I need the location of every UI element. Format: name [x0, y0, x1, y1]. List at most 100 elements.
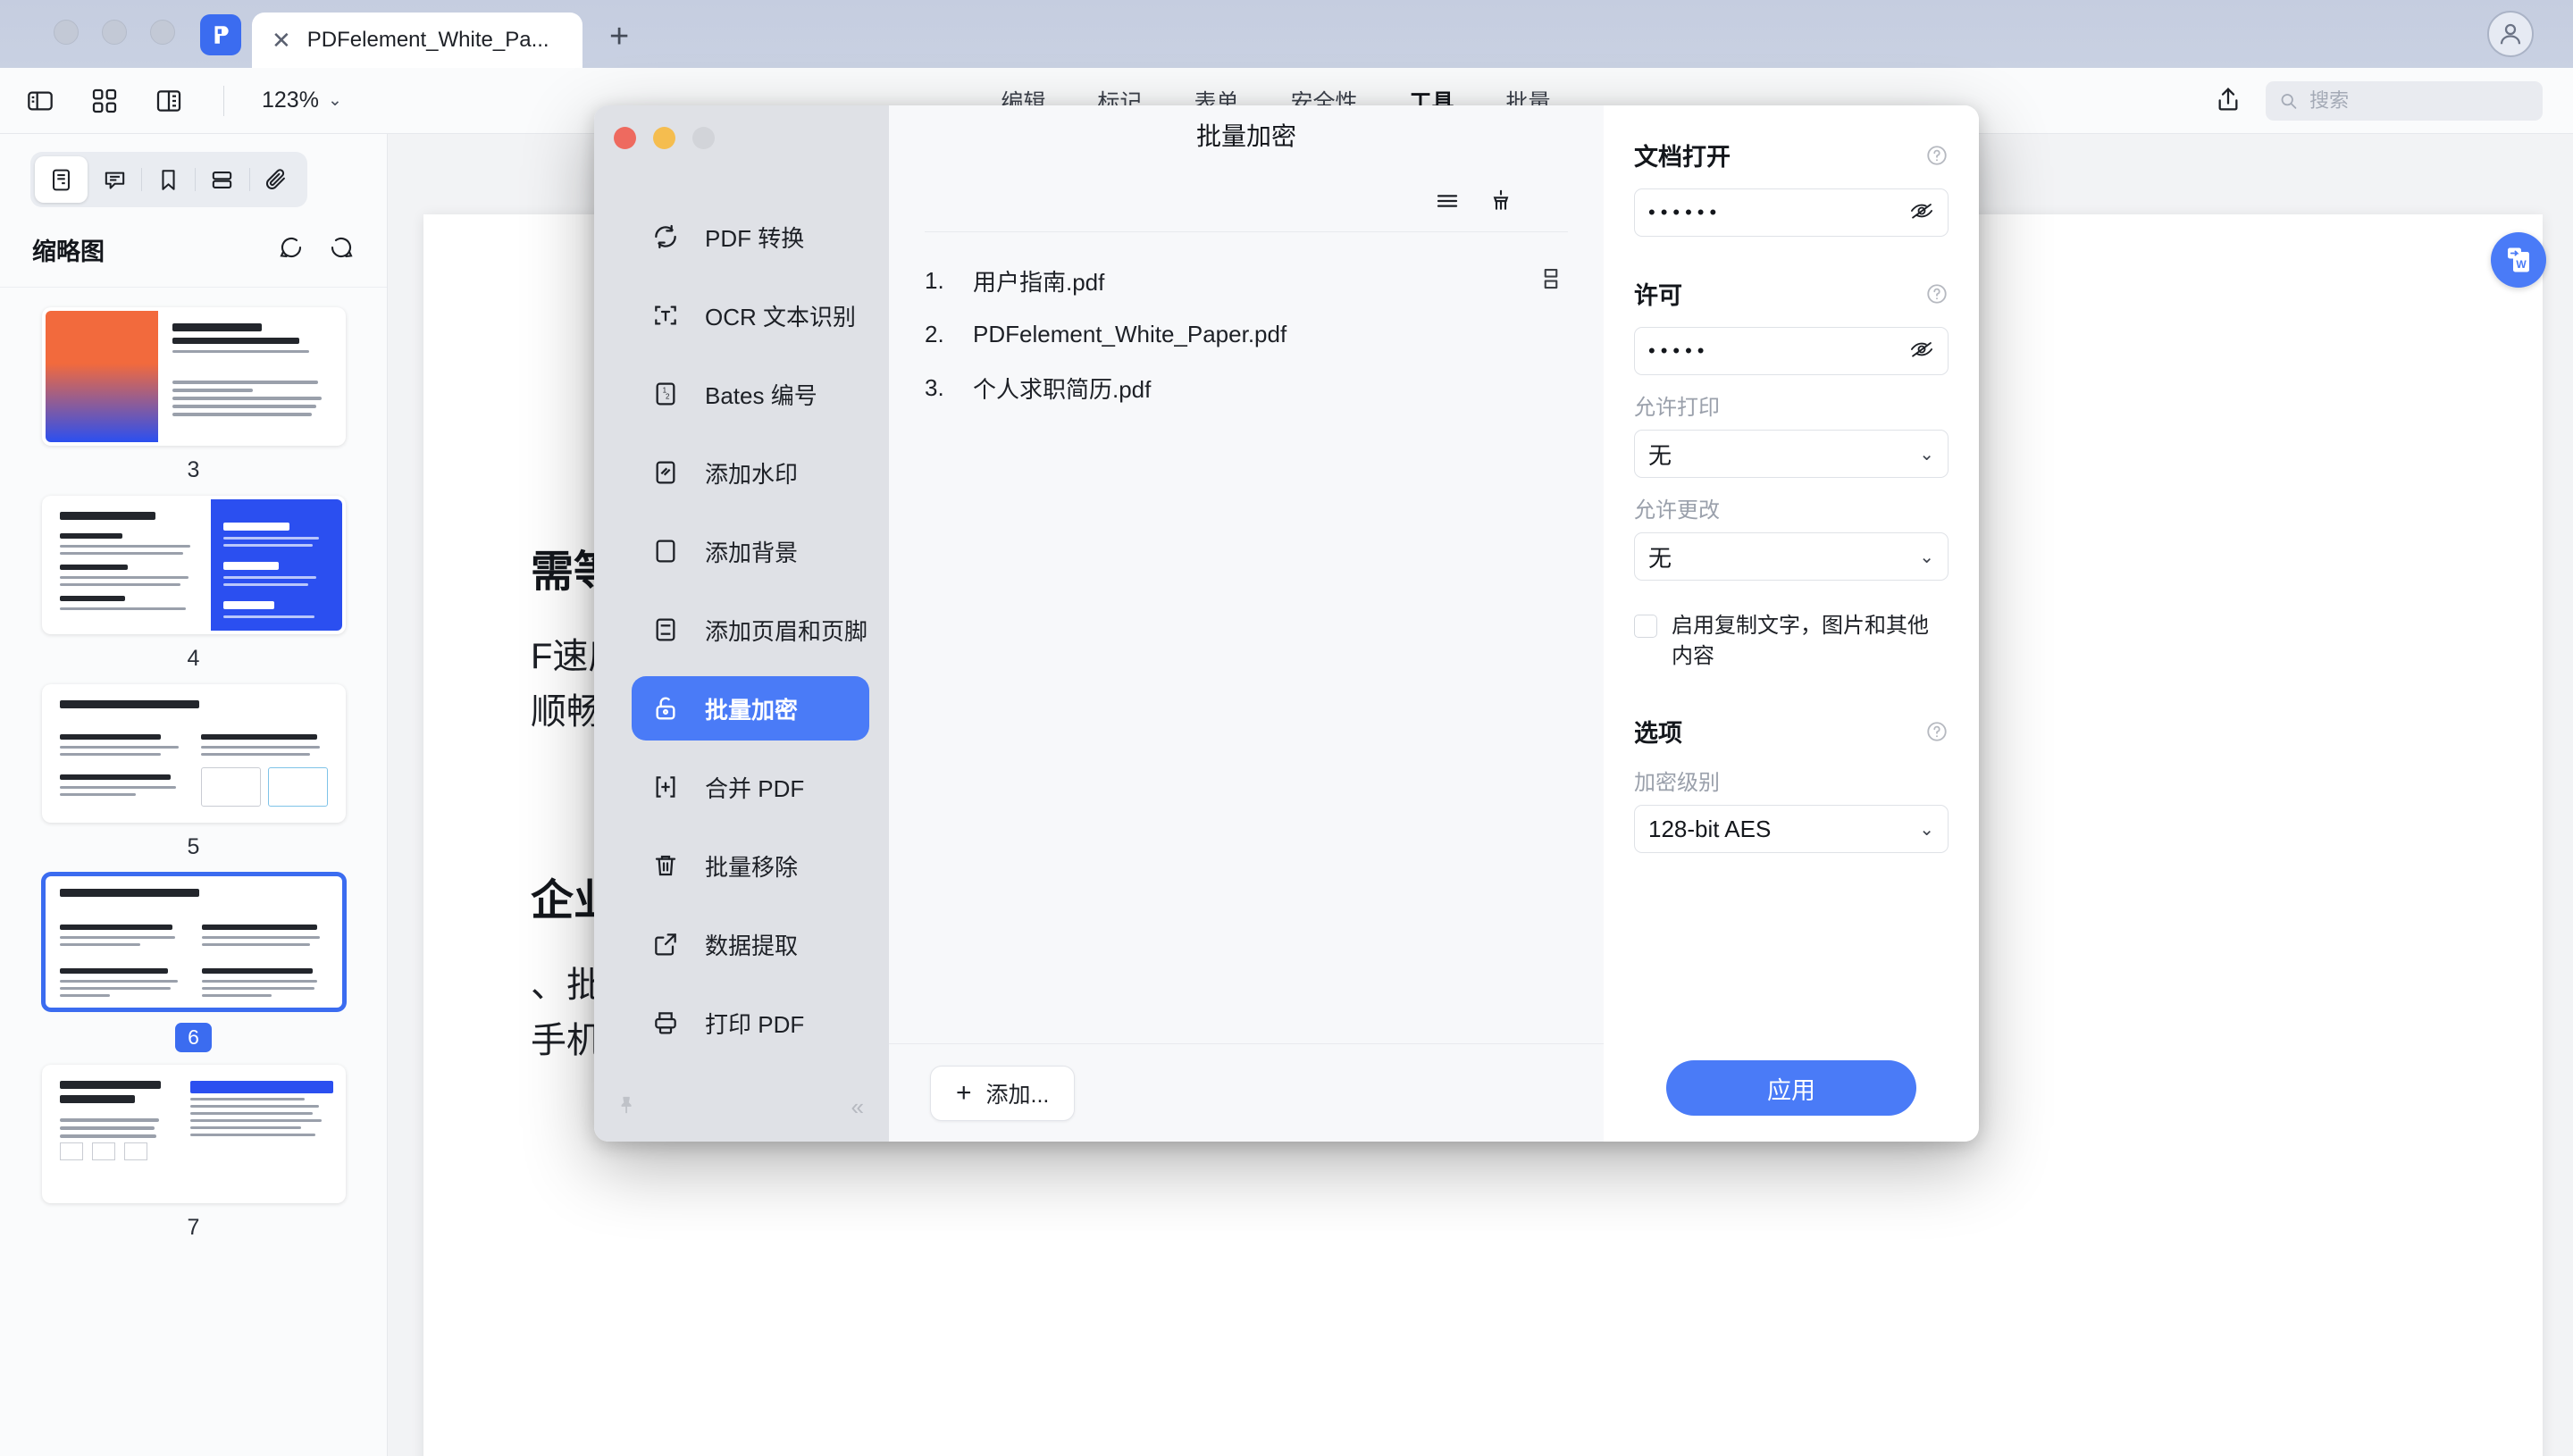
dialog-nav-bates[interactable]: 12 Bates 编号: [632, 362, 869, 426]
help-icon[interactable]: [1925, 282, 1949, 305]
section-title: 文档打开: [1634, 144, 1731, 171]
thumbnail-page-number: 3: [187, 457, 200, 482]
enable-copy-checkbox[interactable]: [1634, 615, 1657, 638]
thumbnail-page-5[interactable]: [41, 684, 346, 823]
eye-off-icon[interactable]: [1909, 337, 1934, 366]
maximize-window-button[interactable]: [150, 20, 175, 45]
nav-label: PDF 转换: [705, 224, 805, 252]
split-view-icon[interactable]: [152, 84, 186, 118]
add-files-label: 添加...: [985, 1082, 1050, 1108]
pdf-to-word-icon[interactable]: W: [2491, 232, 2546, 288]
minimize-window-button[interactable]: [102, 20, 127, 45]
file-name: 用户指南.pdf: [973, 268, 1105, 296]
thumbnail-item[interactable]: 6: [0, 873, 387, 1052]
thumbnail-page-6[interactable]: [41, 873, 346, 1011]
thumbnail-page-4[interactable]: [41, 496, 346, 634]
enable-copy-checkbox-row[interactable]: 启用复制文字，图片和其他内容: [1634, 611, 1949, 671]
help-icon[interactable]: [1925, 720, 1949, 743]
window-traffic-lights: [0, 20, 175, 68]
thumbnail-item[interactable]: 4: [0, 496, 387, 672]
sidebar-tab-thumbnail[interactable]: [35, 156, 88, 203]
dialog-nav-print-pdf[interactable]: 打印 PDF: [632, 991, 869, 1055]
zoom-level-control[interactable]: 123% ⌄: [262, 88, 342, 113]
nav-label: 添加背景: [705, 539, 799, 566]
chevron-down-icon: ⌄: [1919, 547, 1934, 567]
close-window-button[interactable]: [54, 20, 79, 45]
new-tab-button[interactable]: +: [609, 20, 629, 54]
allow-change-select[interactable]: 无 ⌄: [1634, 532, 1949, 581]
dialog-close-button[interactable]: [614, 127, 636, 149]
doc-open-password-field[interactable]: ••••••: [1634, 188, 1949, 237]
dialog-settings-panel: 文档打开 •••••• 许可 ••••• 允许打印 无 ⌄ 允许更改 无 ⌄ 启…: [1604, 105, 1979, 1142]
share-icon[interactable]: [2214, 85, 2242, 118]
add-files-button[interactable]: + 添加...: [930, 1065, 1076, 1121]
doc-open-password-value: ••••••: [1648, 201, 1722, 223]
sidebar-tab-attachment[interactable]: [250, 156, 303, 203]
sidebar-tab-comment[interactable]: [88, 156, 140, 203]
pin-icon[interactable]: [617, 1095, 637, 1119]
file-list-item[interactable]: 3. 个人求职简历.pdf: [925, 361, 1568, 414]
encryption-level-select[interactable]: 128-bit AES ⌄: [1634, 805, 1949, 854]
file-list-item[interactable]: 1. 用户指南.pdf: [925, 254, 1568, 307]
enable-copy-label: 启用复制文字，图片和其他内容: [1672, 614, 1929, 668]
dialog-nav-header-footer[interactable]: 添加页眉和页脚: [632, 598, 869, 662]
dialog-center: 批量加密 1. 用户指南.pdf 2. PDFelement_White_Pap…: [889, 105, 1604, 1142]
page-range-icon[interactable]: [1538, 265, 1568, 296]
window-tabbar: ✕ PDFelement_White_Pa... +: [0, 0, 2573, 68]
thumbnail-item[interactable]: 7: [0, 1065, 387, 1241]
sidebar-tab-group: [30, 152, 307, 207]
user-avatar[interactable]: [2487, 11, 2534, 57]
dialog-maximize-button[interactable]: [692, 127, 715, 149]
search-box[interactable]: [2266, 81, 2543, 121]
dialog-nav-batch-remove[interactable]: 批量移除: [632, 833, 869, 898]
apply-button[interactable]: 应用: [1666, 1060, 1916, 1116]
encryption-level-value: 128-bit AES: [1648, 815, 1772, 842]
eye-off-icon[interactable]: [1909, 198, 1934, 228]
clear-all-icon[interactable]: [1488, 188, 1514, 219]
file-list-header: [925, 164, 1568, 232]
permission-password-value: •••••: [1648, 339, 1710, 362]
dialog-nav-ocr[interactable]: OCR 文本识别: [632, 283, 869, 347]
nav-label: 合并 PDF: [705, 774, 805, 802]
help-icon[interactable]: [1925, 144, 1949, 167]
sidebar-tab-bookmark[interactable]: [142, 156, 195, 203]
sidebar-tab-layers[interactable]: [196, 156, 248, 203]
search-input[interactable]: [2309, 89, 2529, 113]
plus-icon: +: [956, 1077, 972, 1108]
grid-view-icon[interactable]: [88, 84, 122, 118]
rotate-right-icon[interactable]: [328, 234, 355, 265]
file-list-item[interactable]: 2. PDFelement_White_Paper.pdf: [925, 307, 1568, 361]
collapse-nav-button[interactable]: «: [851, 1093, 864, 1121]
thumbnail-page-7[interactable]: [41, 1065, 346, 1203]
close-tab-icon[interactable]: ✕: [272, 29, 291, 52]
file-name: 个人求职简历.pdf: [973, 375, 1152, 403]
nav-label: 添加页眉和页脚: [705, 617, 868, 645]
nav-label: 批量加密: [705, 696, 799, 724]
section-options-header: 选项: [1634, 714, 1949, 749]
thumbnail-list: 3 4 5 6 7: [0, 288, 387, 1241]
list-view-icon[interactable]: [1434, 188, 1461, 219]
document-tab[interactable]: ✕ PDFelement_White_Pa...: [252, 13, 582, 68]
sidebar-toggle-icon[interactable]: [23, 84, 57, 118]
thumbnail-item[interactable]: 3: [0, 307, 387, 483]
panel-title: 缩略图: [32, 238, 105, 265]
thumbnail-sidebar: 缩略图 3 4 5 6 7: [0, 134, 388, 1456]
permission-password-field[interactable]: •••••: [1634, 327, 1949, 375]
chevron-down-icon: ⌄: [1919, 444, 1934, 464]
thumbnail-item[interactable]: 5: [0, 684, 387, 860]
dialog-nav-batch-encrypt[interactable]: 批量加密: [632, 676, 869, 741]
dialog-nav-data-extract[interactable]: 数据提取: [632, 912, 869, 976]
allow-print-select[interactable]: 无 ⌄: [1634, 430, 1949, 478]
section-title: 选项: [1634, 720, 1682, 748]
rotate-left-icon[interactable]: [278, 234, 305, 265]
dialog-nav: PDF 转换 OCR 文本识别 12 Bates 编号 添加水印 添加背景 添加…: [594, 105, 889, 1142]
thumbnail-page-3[interactable]: [41, 307, 346, 446]
tab-title: PDFelement_White_Pa...: [306, 28, 549, 52]
dialog-nav-merge-pdf[interactable]: 合并 PDF: [632, 755, 869, 819]
dialog-minimize-button[interactable]: [653, 127, 675, 149]
nav-label: Bates 编号: [705, 381, 817, 409]
dialog-nav-background[interactable]: 添加背景: [632, 519, 869, 583]
nav-label: 数据提取: [705, 932, 799, 959]
dialog-nav-pdf-convert[interactable]: PDF 转换: [632, 205, 869, 269]
dialog-nav-watermark[interactable]: 添加水印: [632, 440, 869, 505]
